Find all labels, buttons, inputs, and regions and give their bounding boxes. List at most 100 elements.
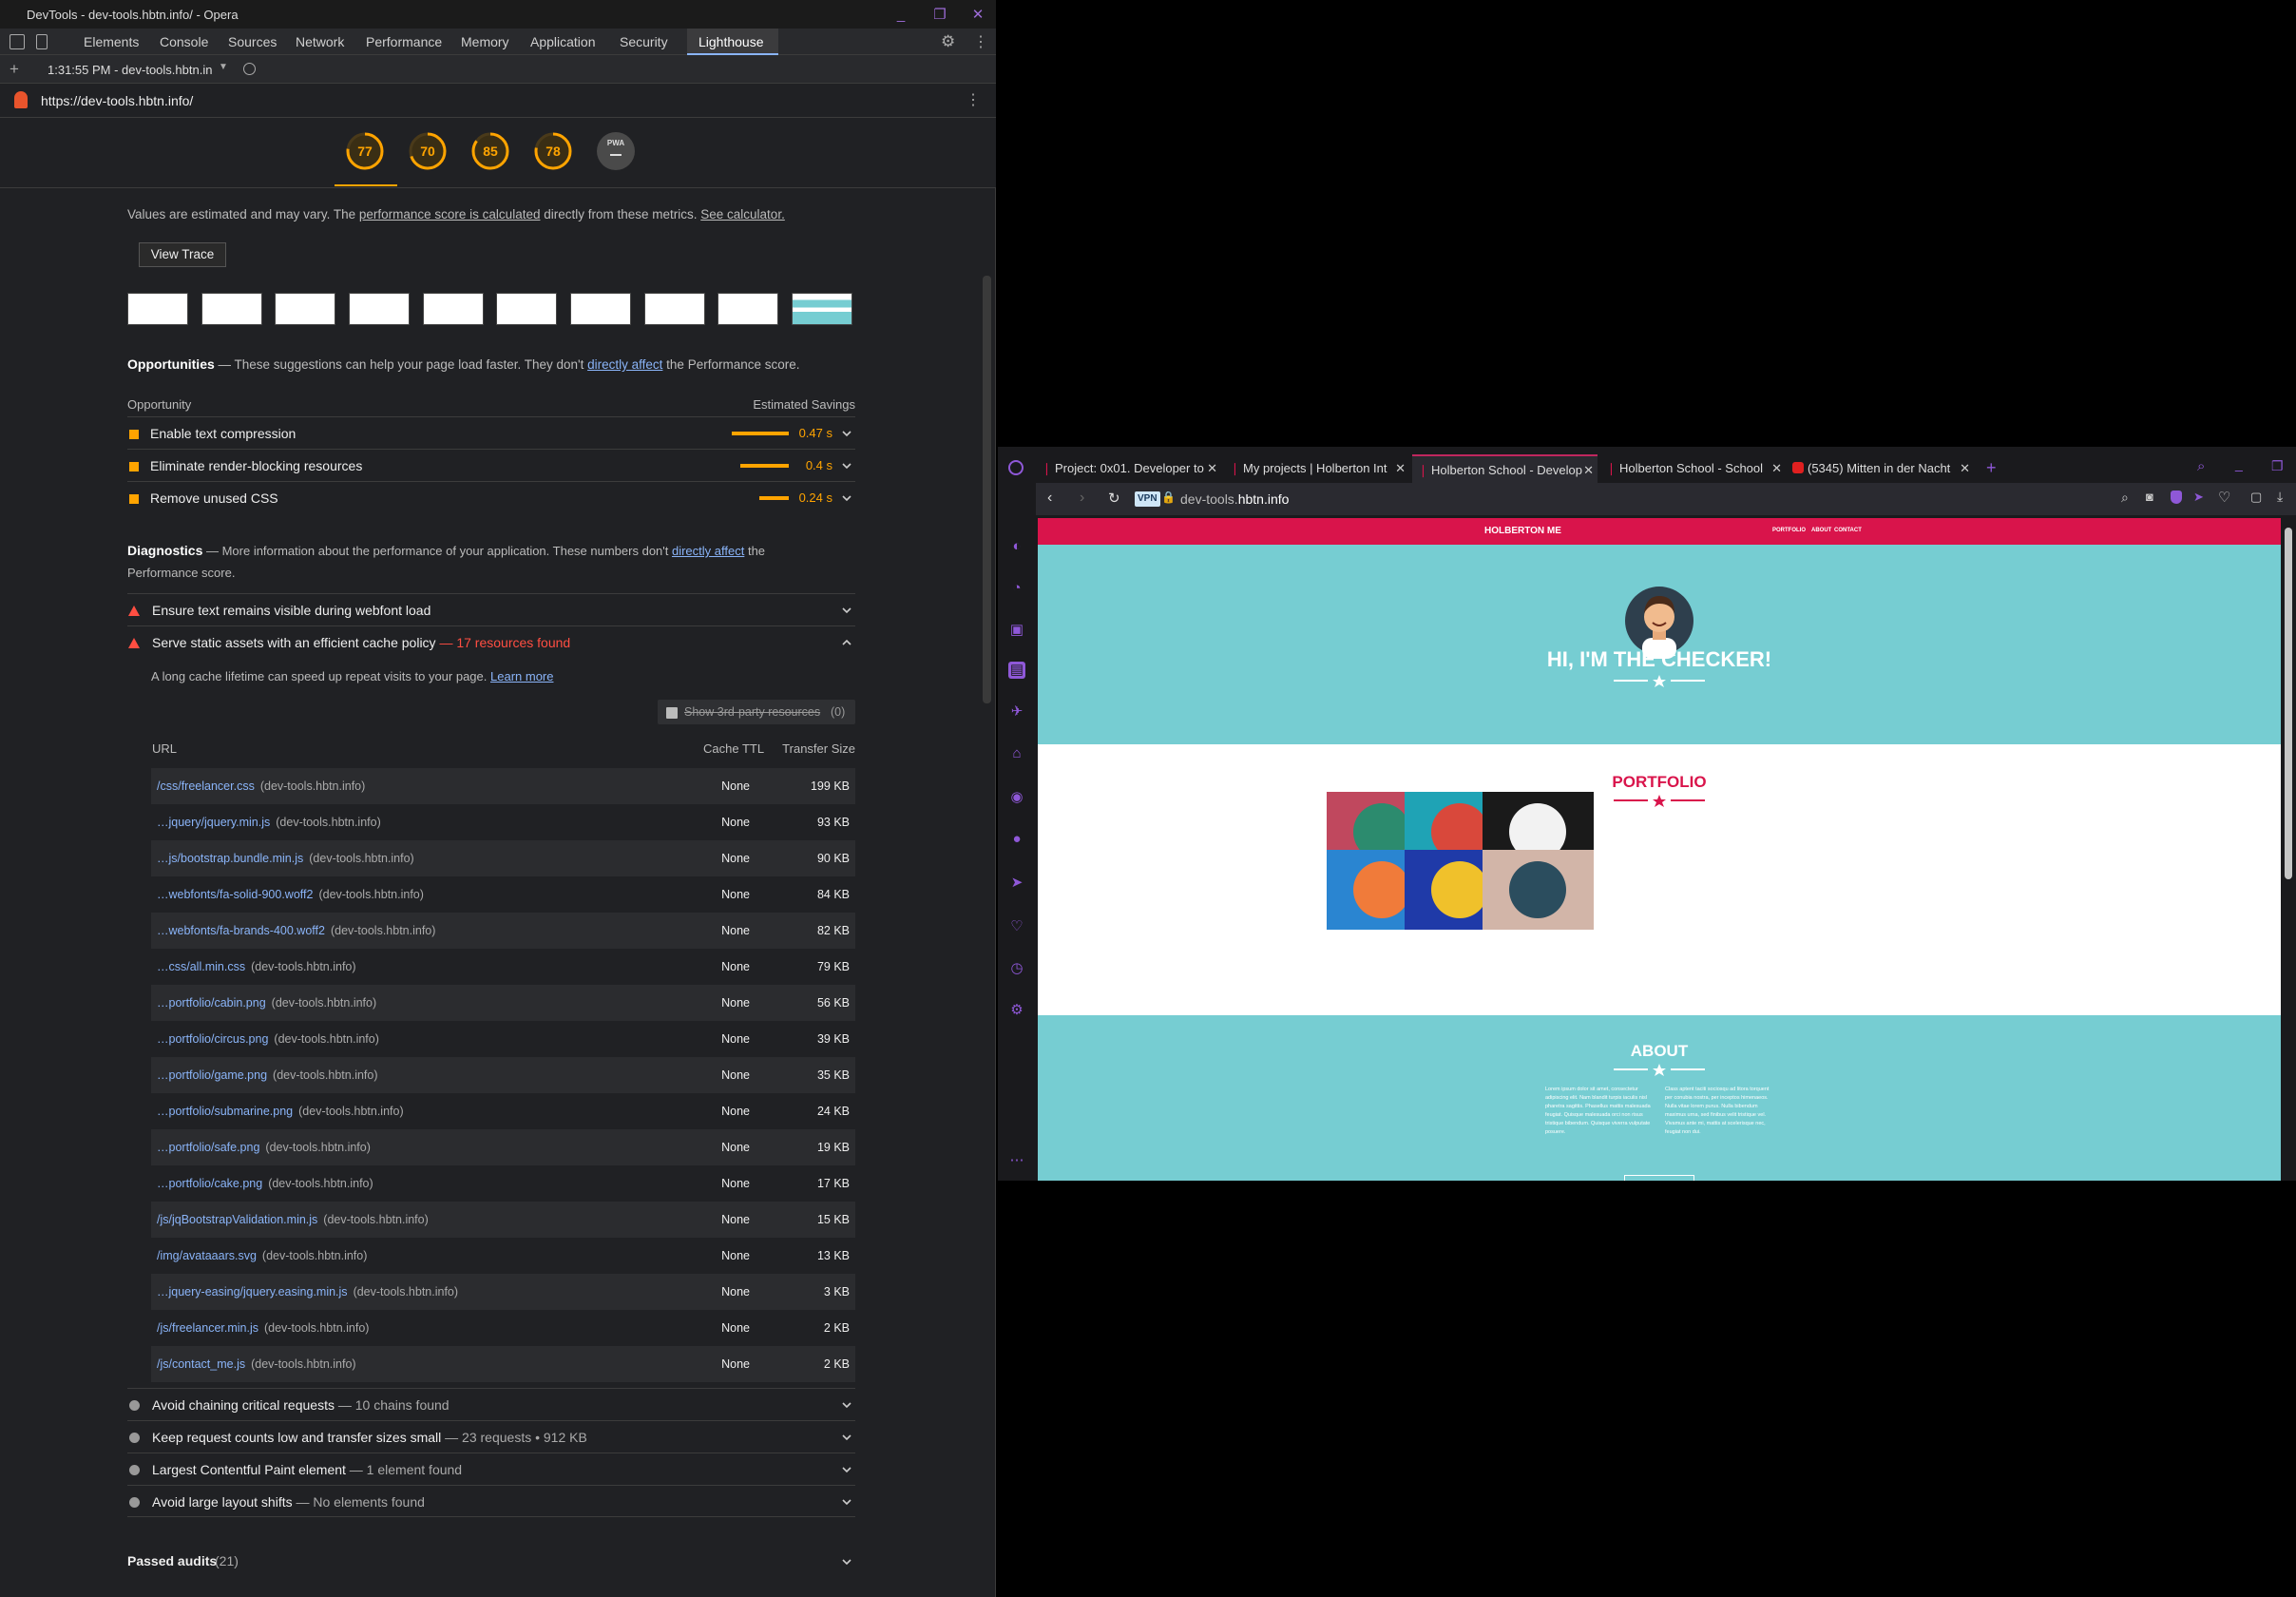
twitter-icon[interactable]: ● (1008, 831, 1025, 848)
resource-url[interactable]: …portfolio/game.png (dev-tools.hbtn.info) (157, 1068, 378, 1082)
tab-elements[interactable]: Elements (74, 29, 150, 55)
resource-url-text[interactable]: /js/freelancer.min.js (157, 1321, 258, 1335)
resource-url-text[interactable]: …js/bootstrap.bundle.min.js (157, 852, 303, 865)
learn-more-link[interactable]: Learn more (490, 669, 553, 683)
resource-url[interactable]: /js/jqBootstrapValidation.min.js (dev-too… (157, 1213, 429, 1226)
site-brand[interactable]: HOLBERTON ME (1484, 526, 1561, 536)
tab-search-icon[interactable]: ⌕ (2197, 458, 2205, 474)
view-trace-button[interactable]: View Trace (139, 242, 226, 267)
back-arrow-icon[interactable]: ‹ (1047, 490, 1052, 507)
directly-affect-link[interactable]: directly affect (672, 544, 744, 558)
more-options-icon[interactable]: ⋮ (973, 32, 988, 51)
chevron-down-icon[interactable] (840, 459, 853, 472)
info-row[interactable]: Avoid large layout shifts — No elements … (127, 1485, 855, 1517)
resource-url-text[interactable]: …jquery/jquery.min.js (157, 816, 270, 829)
tab-security[interactable]: Security (610, 29, 686, 55)
speed-dial-icon[interactable]: ◔ (1008, 580, 1025, 597)
resource-url-text[interactable]: /img/avataaars.svg (157, 1249, 257, 1262)
opportunity-row[interactable]: Remove unused CSS 0.24 s (127, 481, 855, 513)
directly-affect-link[interactable]: directly affect (587, 357, 662, 372)
bookmark-heart-icon[interactable]: ♡ (2218, 489, 2230, 506)
resource-url-text[interactable]: /js/contact_me.js (157, 1357, 245, 1371)
flight-icon[interactable]: ✈ (1008, 703, 1025, 721)
info-row[interactable]: Largest Contentful Paint element — 1 ele… (127, 1453, 855, 1485)
history-clock-icon[interactable]: ◷ (1008, 960, 1025, 977)
tab-console[interactable]: Console (150, 29, 219, 55)
report-selector[interactable]: 1:31:55 PM - dev-tools.hbtn.in (48, 63, 212, 77)
page-scrollbar[interactable] (2281, 518, 2296, 1181)
resource-url[interactable]: …js/bootstrap.bundle.min.js (dev-tools.hb… (157, 852, 414, 865)
passed-audits-toggle[interactable]: Passed audits (21) (127, 1549, 855, 1574)
gauge-performance[interactable]: 77 (345, 131, 385, 171)
resource-url-text[interactable]: …portfolio/circus.png (157, 1032, 268, 1046)
vpn-badge[interactable]: VPN (1135, 491, 1160, 507)
address-input[interactable]: dev-tools.hbtn.info (1180, 491, 1289, 507)
resource-url[interactable]: …portfolio/cabin.png (dev-tools.hbtn.info… (157, 996, 376, 1010)
resource-url-text[interactable]: …jquery-easing/jquery.easing.min.js (157, 1285, 348, 1299)
third-party-toggle[interactable]: Show 3rd-party resources (0) (658, 700, 855, 724)
send-icon[interactable]: ➤ (1008, 875, 1025, 892)
resource-url-text[interactable]: …portfolio/cake.png (157, 1177, 262, 1190)
heart-icon[interactable]: ♡ (1008, 918, 1025, 935)
tab-network[interactable]: Network (286, 29, 362, 55)
resource-url-text[interactable]: …webfonts/fa-brands-400.woff2 (157, 924, 325, 937)
messenger-icon[interactable]: ◉ (1008, 789, 1025, 806)
chevron-down-icon[interactable] (840, 1463, 853, 1476)
resource-url-text[interactable]: …portfolio/cabin.png (157, 996, 266, 1010)
resource-url-text[interactable]: /js/jqBootstrapValidation.min.js (157, 1213, 317, 1226)
flow-send-icon[interactable]: ➤ (2193, 490, 2204, 505)
resource-url[interactable]: …portfolio/submarine.png (dev-tools.hbtn.… (157, 1105, 404, 1118)
close-tab-icon[interactable]: ✕ (1771, 454, 1782, 483)
chevron-up-icon[interactable] (840, 636, 853, 649)
tab-performance[interactable]: Performance (356, 29, 461, 55)
inspect-icon[interactable] (10, 34, 25, 49)
info-row[interactable]: Keep request counts low and transfer siz… (127, 1420, 855, 1453)
close-tab-icon[interactable]: ✕ (1960, 454, 1970, 483)
game-controller-icon[interactable]: ◐ (1008, 538, 1025, 555)
ad-blocker-shield-icon[interactable] (2171, 491, 2182, 504)
workspace-icon[interactable]: ▤ (1008, 662, 1025, 679)
browser-tab[interactable]: (5345) Mitten in der Nacht ✕ (1789, 454, 1974, 483)
resource-url[interactable]: …webfonts/fa-solid-900.woff2 (dev-tools.h… (157, 888, 424, 901)
report-dropdown-chevron-icon[interactable]: ▼ (219, 62, 228, 72)
diagnostic-row[interactable]: Ensure text remains visible during webfo… (127, 593, 855, 625)
close-icon[interactable]: ✕ (967, 4, 988, 25)
browser-tab-active[interactable]: ❘ Holberton School - Develop ✕ (1412, 454, 1598, 483)
extensions-cube-icon[interactable]: ▢ (2250, 490, 2262, 505)
new-tab-plus-icon[interactable]: + (1986, 458, 1997, 478)
browser-tab[interactable]: ❘ Project: 0x01. Developer to ✕ (1036, 454, 1221, 483)
resource-url[interactable]: /js/freelancer.min.js (dev-tools.hbtn.inf… (157, 1321, 369, 1335)
lock-icon[interactable]: 🔒 (1161, 491, 1176, 504)
chevron-down-icon[interactable] (840, 491, 853, 505)
home-icon[interactable]: ⌂ (1008, 745, 1025, 762)
resource-url-text[interactable]: …webfonts/fa-solid-900.woff2 (157, 888, 313, 901)
resource-url-text[interactable]: …portfolio/safe.png (157, 1141, 259, 1154)
nav-about-link[interactable]: ABOUT (1811, 528, 1831, 533)
opportunity-row[interactable]: Eliminate render-blocking resources 0.4 … (127, 449, 855, 481)
chevron-down-icon[interactable] (840, 1398, 853, 1412)
info-row[interactable]: Avoid chaining critical requests — 10 ch… (127, 1388, 855, 1420)
reload-icon[interactable]: ↻ (1108, 490, 1120, 507)
resource-url[interactable]: …jquery-easing/jquery.easing.min.js (dev-… (157, 1285, 458, 1299)
resource-url-text[interactable]: …portfolio/submarine.png (157, 1105, 293, 1118)
gauge-best-practices[interactable]: 85 (470, 131, 510, 171)
settings-gear-icon[interactable]: ⚙ (941, 32, 955, 51)
resource-url-text[interactable]: /css/freelancer.css (157, 779, 255, 793)
gauge-pwa[interactable]: PWA (596, 131, 636, 171)
chevron-down-icon[interactable] (840, 1555, 853, 1568)
close-tab-icon[interactable]: ✕ (1207, 454, 1217, 483)
nav-contact-link[interactable]: CONTACT (1834, 528, 1862, 533)
opportunity-row[interactable]: Enable text compression 0.47 s (127, 416, 855, 449)
resource-url-text[interactable]: …portfolio/game.png (157, 1068, 267, 1082)
browser-tab[interactable]: ❘ My projects | Holberton Int ✕ (1224, 454, 1409, 483)
resource-url[interactable]: …portfolio/cake.png (dev-tools.hbtn.info) (157, 1177, 373, 1190)
chevron-down-icon[interactable] (840, 604, 853, 617)
chevron-down-icon[interactable] (840, 1431, 853, 1444)
close-tab-icon[interactable]: ✕ (1395, 454, 1406, 483)
device-toggle-icon[interactable] (36, 34, 48, 49)
resource-url[interactable]: /img/avataaars.svg (dev-tools.hbtn.info) (157, 1249, 367, 1262)
resource-url[interactable]: /js/contact_me.js (dev-tools.hbtn.info) (157, 1357, 356, 1371)
search-icon[interactable]: ⌕ (2121, 490, 2129, 506)
shopping-bag-icon[interactable]: ▣ (1008, 622, 1025, 639)
scrollbar-thumb[interactable] (2285, 528, 2292, 879)
